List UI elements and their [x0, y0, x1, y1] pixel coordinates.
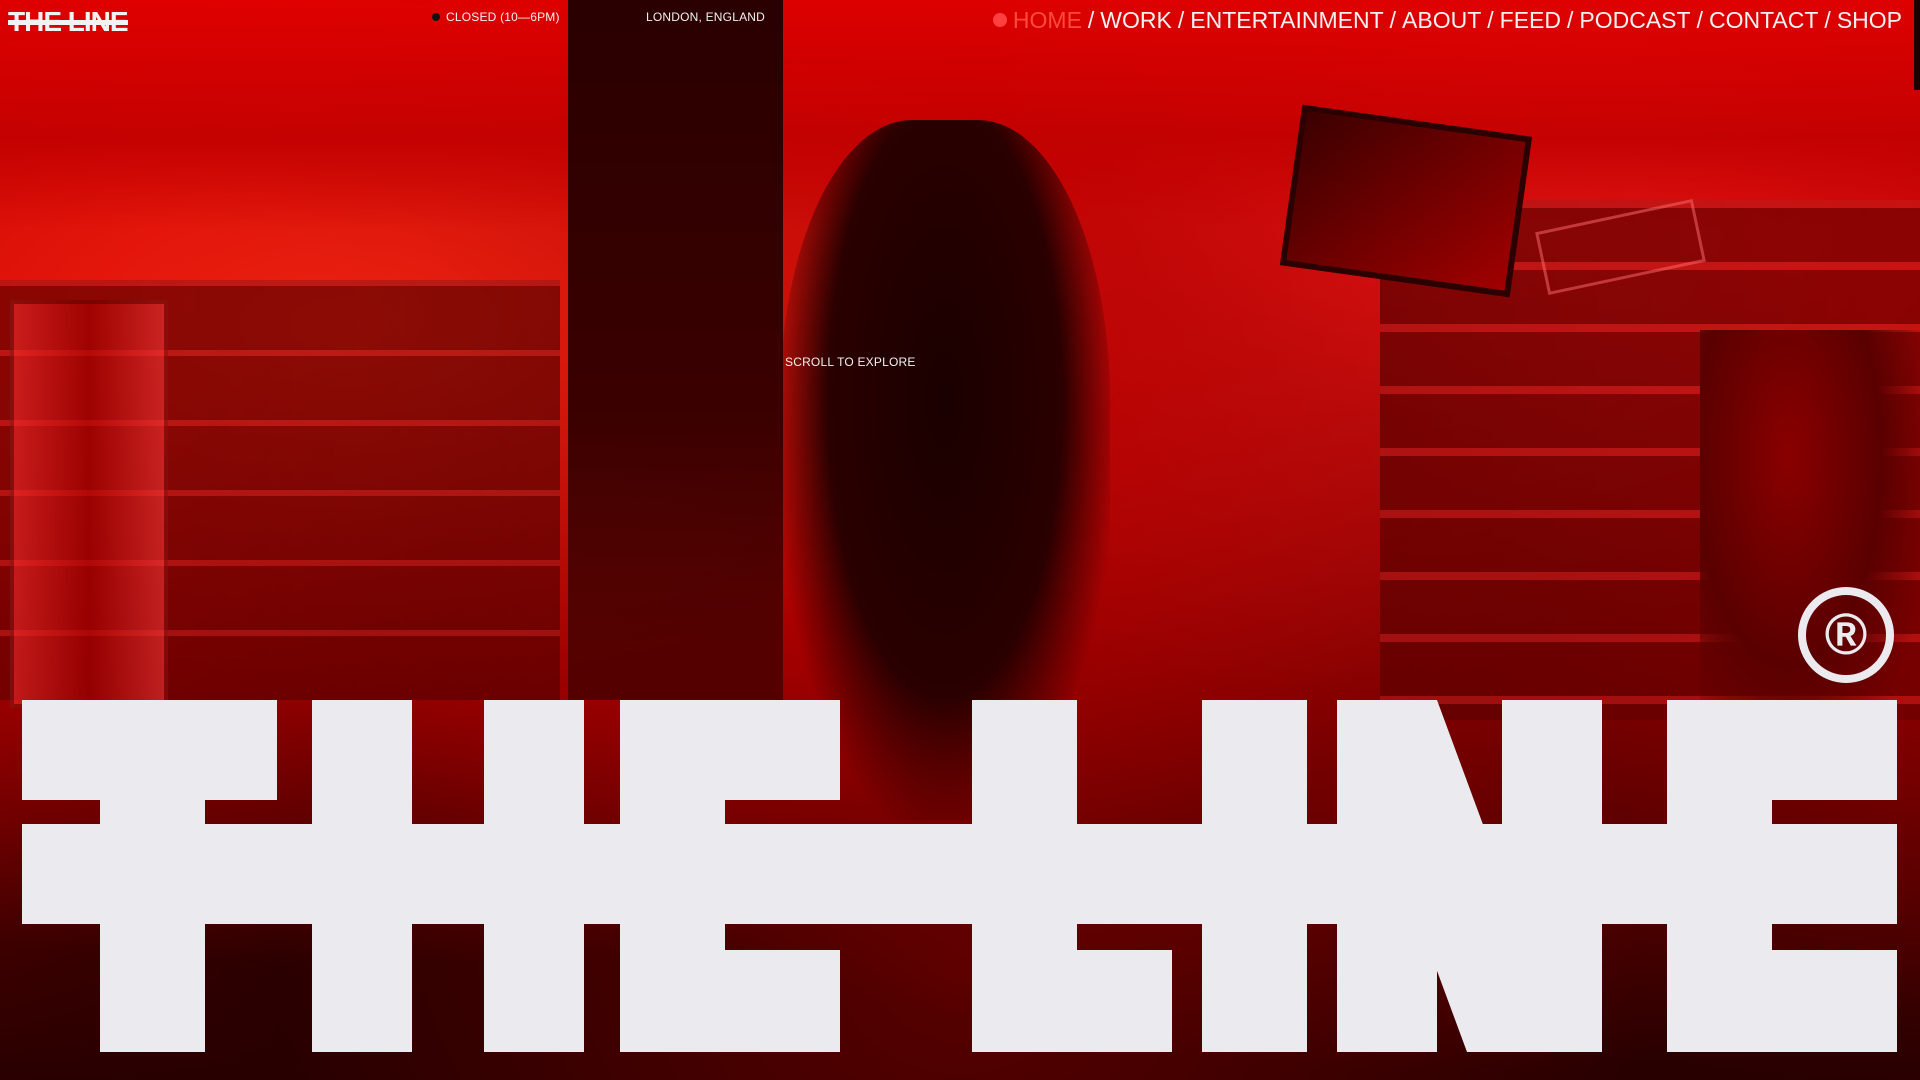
wordmark-letter-h-right — [484, 700, 584, 1052]
nav-separator: / — [1087, 7, 1095, 33]
background-fridge — [10, 300, 168, 708]
nav-item-entertainment[interactable]: ENTERTAINMENT — [1190, 6, 1383, 34]
wordmark-letter-e2-bottom — [1667, 950, 1897, 1052]
nav-separator: / — [1487, 7, 1494, 33]
nav-item-podcast[interactable]: PODCAST — [1579, 6, 1690, 34]
wordmark-letter-t-stem — [100, 700, 205, 1052]
nav-separator: / — [1824, 7, 1831, 33]
hero-wordmark — [22, 700, 1897, 1052]
status-dot-icon — [432, 13, 440, 21]
nav-item-about[interactable]: ABOUT — [1402, 6, 1481, 34]
nav-item-feed[interactable]: FEED — [1500, 6, 1561, 34]
wordmark-letter-i — [1202, 700, 1307, 1052]
page-scrollbar[interactable] — [1914, 0, 1920, 90]
nav-item-home[interactable]: HOME — [1013, 6, 1082, 34]
wordmark-letter-e-top — [620, 700, 840, 800]
nav-item-shop[interactable]: SHOP — [1837, 6, 1902, 34]
home-page: THE LINE CLOSED (10—6PM) LONDON, ENGLAND… — [0, 0, 1920, 1080]
nav-item-work[interactable]: WORK — [1100, 6, 1172, 34]
background-tv — [1279, 104, 1533, 298]
nav-separator: / — [1696, 7, 1703, 33]
wordmark-letter-e2-top — [1667, 700, 1897, 800]
main-nav: HOME / WORK / ENTERTAINMENT / ABOUT / FE… — [992, 6, 1902, 34]
wordmark-graphic — [22, 700, 1897, 1052]
wordmark-letter-h-left — [312, 700, 412, 1052]
nav-separator: / — [1177, 7, 1185, 33]
background-person — [1700, 330, 1920, 750]
site-logo[interactable]: THE LINE — [8, 8, 129, 36]
nav-item-contact[interactable]: CONTACT — [1709, 6, 1818, 34]
location-text: LONDON, ENGLAND — [646, 10, 766, 24]
wordmark-strike — [22, 824, 1897, 924]
opening-status: CLOSED (10—6PM) — [432, 10, 560, 24]
nav-separator: / — [1567, 7, 1574, 33]
background-column — [568, 0, 783, 700]
wordmark-letter-l-foot — [972, 950, 1172, 1052]
wordmark-letter-n-right — [1502, 700, 1602, 1052]
nav-separator: / — [1389, 7, 1397, 33]
wordmark-letter-e-bottom — [620, 950, 840, 1052]
status-text: CLOSED (10—6PM) — [446, 10, 560, 24]
registered-trademark-icon: ® — [1798, 587, 1894, 683]
active-indicator-icon — [992, 13, 1007, 27]
scroll-hint: SCROLL TO EXPLORE — [785, 355, 916, 369]
